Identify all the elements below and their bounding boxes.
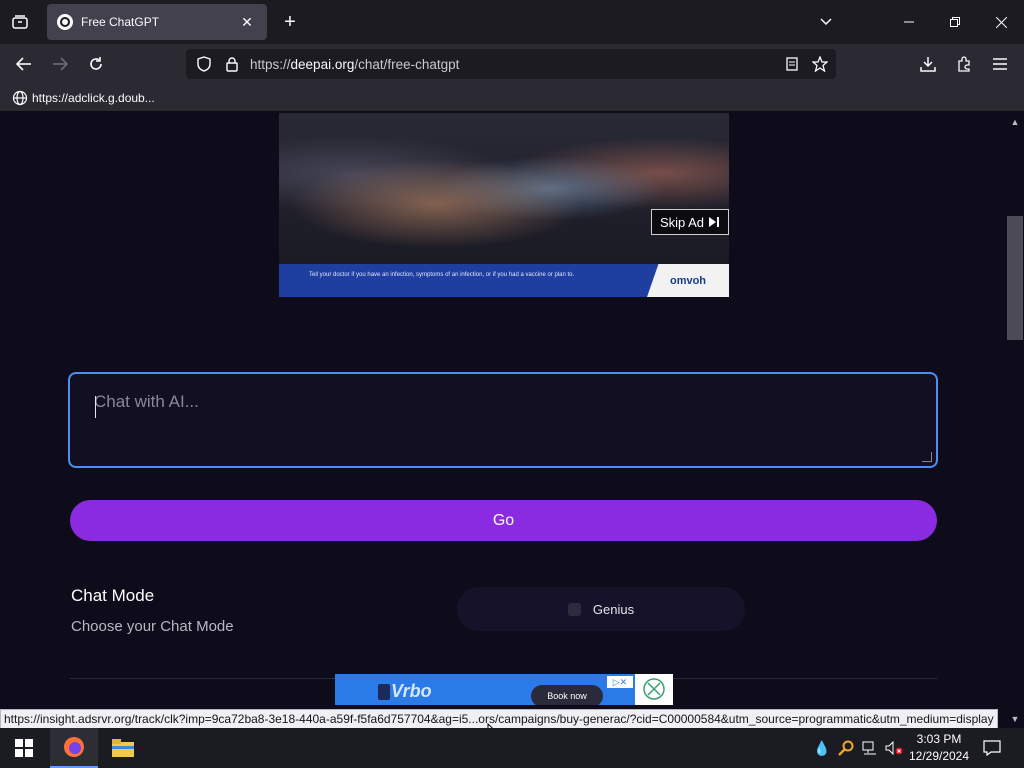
extensions-icon[interactable] — [950, 50, 978, 78]
search-tray-icon[interactable] — [836, 738, 856, 758]
close-window-icon[interactable] — [987, 8, 1015, 36]
ad-brand-logo: omvoh — [647, 264, 729, 297]
minimize-icon[interactable] — [895, 8, 923, 36]
tracking-protection-icon[interactable] — [194, 54, 214, 74]
taskbar-clock[interactable]: 3:03 PM 12/29/2024 — [906, 731, 972, 765]
go-button[interactable]: Go — [70, 500, 937, 541]
downloads-icon[interactable] — [914, 50, 942, 78]
network-tray-icon[interactable] — [860, 738, 880, 758]
forward-icon[interactable] — [46, 50, 74, 78]
reader-view-icon[interactable] — [782, 54, 802, 74]
banner-ad-brand: Vrbo — [391, 681, 432, 701]
volume-muted-icon[interactable] — [884, 738, 904, 758]
reload-icon[interactable] — [82, 50, 110, 78]
deepai-favicon-icon — [57, 14, 73, 30]
navigation-bar: https://deepai.org/chat/free-chatgpt — [0, 44, 1024, 84]
list-all-tabs-icon[interactable] — [812, 8, 840, 36]
ad-side-logo[interactable] — [635, 674, 673, 705]
genius-checkbox[interactable] — [567, 602, 581, 616]
water-drop-tray-icon[interactable]: 💧 — [812, 738, 832, 758]
ad-crowd-image — [279, 113, 729, 264]
clock-date: 12/29/2024 — [908, 749, 970, 763]
page-content: Skip Ad Tell your doctor if you have an … — [0, 113, 1006, 705]
url-path: /chat/free-chatgpt — [354, 56, 460, 72]
skip-ad-button[interactable]: Skip Ad — [651, 209, 729, 235]
genius-mode-label: Genius — [592, 601, 635, 617]
skip-icon — [709, 217, 720, 227]
url-text[interactable]: https://deepai.org/chat/free-chatgpt — [250, 57, 459, 72]
ad-fine-print: Tell your doctor if you have an infectio… — [309, 272, 575, 278]
lock-icon[interactable] — [222, 54, 242, 74]
file-explorer-icon[interactable] — [99, 728, 147, 768]
url-host: deepai.org — [290, 56, 355, 72]
back-icon[interactable] — [10, 50, 38, 78]
chat-mode-title: Chat Mode — [71, 586, 155, 605]
windows-taskbar: 💧 3:03 PM 12/29/2024 — [0, 728, 1024, 768]
bookmark-item[interactable]: https://adclick.g.doub... — [12, 90, 155, 106]
chat-mode-subtitle: Choose your Chat Mode — [71, 618, 234, 635]
bookmarks-toolbar: https://adclick.g.doub... — [0, 84, 1024, 112]
tab-list-icon[interactable] — [6, 10, 34, 34]
url-bar[interactable]: https://deepai.org/chat/free-chatgpt — [186, 49, 836, 79]
banner-ad[interactable]: Vrbo Book now ▷✕ — [335, 674, 635, 705]
book-now-button[interactable]: Book now — [531, 685, 603, 705]
text-caret — [95, 396, 96, 418]
scroll-down-icon[interactable]: ▼ — [1006, 712, 1024, 726]
adchoices-icon[interactable]: ▷✕ — [607, 676, 633, 688]
bookmark-star-icon[interactable] — [810, 54, 830, 74]
page-scrollbar[interactable]: ▲ ▼ — [1006, 113, 1024, 728]
bookmark-label: https://adclick.g.doub... — [32, 91, 155, 105]
ad-info-band: Tell your doctor if you have an infectio… — [279, 264, 729, 297]
scrollbar-thumb[interactable] — [1007, 216, 1023, 340]
tab-title: Free ChatGPT — [81, 15, 160, 29]
scroll-up-icon[interactable]: ▲ — [1006, 115, 1024, 129]
restore-icon[interactable] — [941, 8, 969, 36]
menu-icon[interactable] — [986, 50, 1014, 78]
ad-logo-icon — [643, 678, 665, 700]
chat-input-placeholder: Chat with AI... — [94, 392, 199, 411]
chat-input[interactable]: Chat with AI... — [68, 372, 938, 468]
tab-close-icon[interactable]: ✕ — [237, 12, 257, 32]
video-ad[interactable]: Skip Ad Tell your doctor if you have an … — [279, 113, 729, 297]
firefox-taskbar-icon[interactable] — [50, 728, 98, 768]
active-tab[interactable]: Free ChatGPT ✕ — [47, 4, 267, 40]
windows-start-icon[interactable] — [0, 728, 48, 768]
new-tab-icon[interactable]: + — [278, 10, 302, 34]
genius-mode-toggle[interactable]: Genius — [457, 587, 745, 631]
tab-bar: Free ChatGPT ✕ + — [0, 0, 1024, 44]
notifications-icon[interactable] — [982, 738, 1002, 758]
skip-ad-label: Skip Ad — [659, 214, 705, 230]
ad-phone-icon — [378, 684, 390, 700]
clock-time: 3:03 PM — [916, 732, 962, 746]
url-protocol: https:// — [250, 56, 291, 72]
globe-icon — [12, 90, 28, 106]
resize-handle-icon[interactable] — [922, 452, 932, 462]
